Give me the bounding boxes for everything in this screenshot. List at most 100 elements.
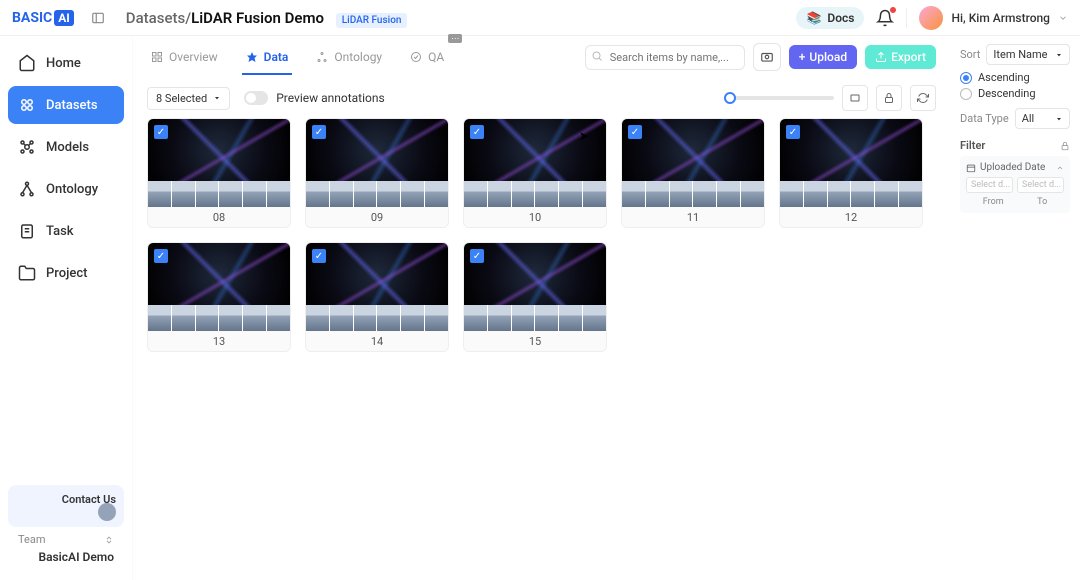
- search-input[interactable]: [585, 45, 745, 70]
- card-lidar-view: ✓: [306, 119, 448, 181]
- sidebar-item-datasets[interactable]: Datasets: [8, 86, 124, 124]
- datasets-icon: [18, 96, 36, 114]
- card-label: 10: [464, 207, 606, 227]
- zoom-slider-knob[interactable]: [724, 92, 736, 104]
- data-card[interactable]: ✓ 11: [621, 118, 765, 228]
- card-camera-thumbs: [780, 181, 922, 207]
- sidebar-item-home[interactable]: Home: [8, 44, 124, 82]
- card-lidar-view: ✓: [464, 119, 606, 181]
- card-camera-thumbs: [306, 181, 448, 207]
- notifications-button[interactable]: [876, 9, 894, 27]
- notification-dot: [890, 7, 896, 13]
- card-label: 15: [464, 331, 606, 351]
- card-camera-thumbs: [148, 181, 290, 207]
- logo-text-1: BASIC: [12, 10, 52, 26]
- card-label: 13: [148, 331, 290, 351]
- tab-data[interactable]: Data: [242, 40, 293, 74]
- logo[interactable]: BASICAI: [12, 10, 74, 26]
- card-checkbox[interactable]: ✓: [470, 125, 484, 139]
- thumbnail-size-button[interactable]: [842, 85, 868, 111]
- card-lidar-view: ✓: [306, 243, 448, 305]
- data-card[interactable]: ✓ 12: [779, 118, 923, 228]
- docs-button[interactable]: 📚 Docs: [796, 7, 864, 29]
- data-card[interactable]: ✓ 15: [463, 242, 607, 352]
- upload-button[interactable]: + Upload: [789, 45, 857, 69]
- plus-icon: +: [799, 50, 806, 64]
- data-card[interactable]: ✓ 13: [147, 242, 291, 352]
- card-lidar-view: ✓: [148, 119, 290, 181]
- radio-unchecked-icon: [960, 88, 972, 100]
- card-checkbox[interactable]: ✓: [628, 125, 642, 139]
- card-camera-thumbs: [148, 305, 290, 331]
- date-from-input[interactable]: Select d...: [966, 177, 1013, 193]
- data-card[interactable]: ✓ 08: [147, 118, 291, 228]
- card-checkbox[interactable]: ✓: [786, 125, 800, 139]
- card-checkbox[interactable]: ✓: [312, 249, 326, 263]
- data-card[interactable]: ✓ 14: [305, 242, 449, 352]
- card-camera-thumbs: [464, 181, 606, 207]
- selected-dropdown[interactable]: 8 Selected: [147, 87, 230, 110]
- chat-bubble-icon: [98, 503, 116, 521]
- card-camera-thumbs: [622, 181, 764, 207]
- card-label: 09: [306, 207, 448, 227]
- breadcrumb-current: LiDAR Fusion Demo: [191, 9, 324, 27]
- sort-field-select[interactable]: Item Name: [986, 44, 1070, 65]
- ontology-tab-icon: [316, 51, 328, 63]
- team-selector[interactable]: Team: [8, 527, 124, 548]
- camera-search-button[interactable]: [753, 43, 781, 71]
- card-checkbox[interactable]: ✓: [312, 125, 326, 139]
- preview-annotations-label: Preview annotations: [276, 91, 385, 105]
- card-camera-thumbs: [464, 305, 606, 331]
- data-card[interactable]: ✓ 10: [463, 118, 607, 228]
- chevron-up-icon[interactable]: [1056, 164, 1064, 172]
- tab-qa[interactable]: QA ⋯: [406, 40, 448, 74]
- tab-ontology[interactable]: Ontology: [312, 40, 386, 74]
- sidebar-collapse-button[interactable]: [88, 8, 108, 28]
- preview-annotations-toggle[interactable]: [244, 91, 268, 105]
- sidebar-item-models[interactable]: Models: [8, 128, 124, 166]
- right-panel: Sort Item Name Ascending Descending Data…: [950, 36, 1080, 580]
- sort-ascending-radio[interactable]: Ascending: [960, 71, 1070, 84]
- sidebar-item-ontology[interactable]: Ontology: [8, 170, 124, 208]
- zoom-slider[interactable]: [724, 96, 834, 100]
- chevron-down-icon: [1055, 115, 1063, 123]
- card-lidar-view: ✓: [780, 119, 922, 181]
- radio-checked-icon: [960, 72, 972, 84]
- lock-icon[interactable]: [1060, 141, 1070, 151]
- sidebar-item-task[interactable]: Task: [8, 212, 124, 250]
- data-grid: ✓ 08 ✓ 09 ✓ 10 ✓ 11 ✓ 12: [133, 118, 950, 580]
- qa-icon: [410, 51, 422, 63]
- data-card[interactable]: ✓ 09: [305, 118, 449, 228]
- datatype-label: Data Type: [960, 112, 1009, 125]
- calendar-icon: [966, 163, 976, 173]
- uploaded-date-filter: Uploaded Date Select d... Select d... Fr…: [960, 156, 1070, 213]
- card-label: 14: [306, 331, 448, 351]
- date-to-input[interactable]: Select d...: [1017, 177, 1064, 193]
- caret-down-icon: [213, 94, 221, 102]
- sort-descending-radio[interactable]: Descending: [960, 87, 1070, 100]
- overview-icon: [151, 51, 163, 63]
- date-from-label: From: [983, 197, 1004, 207]
- card-label: 08: [148, 207, 290, 227]
- datatype-select[interactable]: All: [1015, 108, 1070, 129]
- card-camera-thumbs: [306, 305, 448, 331]
- card-checkbox[interactable]: ✓: [154, 125, 168, 139]
- card-checkbox[interactable]: ✓: [470, 249, 484, 263]
- chevron-down-icon: [1058, 13, 1068, 23]
- breadcrumb-parent[interactable]: Datasets: [126, 9, 185, 27]
- sidebar-item-project[interactable]: Project: [8, 254, 124, 292]
- contact-us-card[interactable]: Contact Us: [8, 485, 124, 527]
- export-button[interactable]: Export: [865, 45, 936, 69]
- sort-label: Sort: [960, 48, 980, 61]
- team-name: BasicAI Demo: [8, 548, 124, 572]
- task-icon: [18, 222, 36, 240]
- docs-icon: 📚: [806, 11, 821, 25]
- tab-overview[interactable]: Overview: [147, 40, 222, 74]
- breadcrumb: Datasets/LiDAR Fusion Demo LiDAR Fusion: [126, 9, 408, 27]
- ontology-icon: [18, 180, 36, 198]
- date-to-label: To: [1037, 197, 1047, 207]
- user-menu[interactable]: Hi, Kim Armstrong: [919, 6, 1068, 30]
- card-checkbox[interactable]: ✓: [154, 249, 168, 263]
- refresh-button[interactable]: [910, 85, 936, 111]
- lock-button[interactable]: [876, 85, 902, 111]
